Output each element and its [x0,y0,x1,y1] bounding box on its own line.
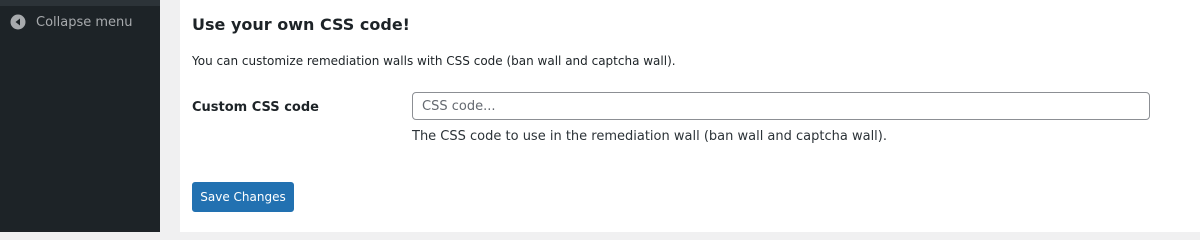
collapse-arrow-icon [10,14,26,30]
section-description: You can customize remediation walls with… [192,54,676,68]
save-changes-button[interactable]: Save Changes [192,182,294,212]
custom-css-help-text: The CSS code to use in the remediation w… [412,129,888,144]
custom-css-label: Custom CSS code [192,100,319,115]
collapse-menu-label: Collapse menu [36,14,133,30]
collapse-menu-button[interactable]: Collapse menu [0,6,160,38]
settings-content: Use your own CSS code! You can customize… [180,0,1200,232]
content-gutter [160,0,180,232]
admin-sidebar: Collapse menu [0,0,160,232]
section-title: Use your own CSS code! [192,15,410,34]
custom-css-input[interactable] [412,92,1150,120]
